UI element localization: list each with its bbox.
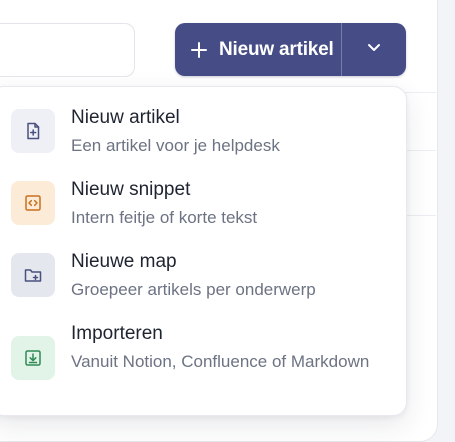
menu-item-new-article[interactable]: Nieuw artikel Een artikel voor je helpde… — [0, 99, 406, 165]
new-article-button-label: Nieuw artikel — [219, 38, 334, 60]
menu-item-description: Groepeer artikels per onderwerp — [71, 280, 316, 299]
menu-item-title: Nieuw snippet — [71, 179, 191, 200]
folder-plus-icon — [11, 253, 55, 297]
search-input[interactable] — [0, 23, 135, 77]
chevron-down-icon — [365, 38, 383, 61]
menu-item-import[interactable]: Importeren Vanuit Notion, Confluence of … — [0, 315, 406, 407]
new-article-split-button[interactable]: Nieuw artikel — [175, 23, 406, 76]
menu-item-new-folder[interactable]: Nieuwe map Groepeer artikels per onderwe… — [0, 243, 406, 309]
file-plus-icon — [11, 109, 55, 153]
menu-item-description: Vanuit Notion, Confluence of Markdown — [71, 352, 370, 371]
menu-item-title: Nieuwe map — [71, 251, 177, 272]
menu-item-description: Een artikel voor je helpdesk — [71, 136, 280, 155]
menu-item-title: Nieuw artikel — [71, 107, 180, 128]
menu-item-new-snippet[interactable]: Nieuw snippet Intern feitje of korte tek… — [0, 171, 406, 237]
new-article-button[interactable]: Nieuw artikel — [175, 23, 341, 76]
download-icon — [11, 336, 55, 380]
new-item-dropdown-menu: Nieuw artikel Een artikel voor je helpde… — [0, 86, 407, 416]
menu-item-title: Importeren — [71, 323, 163, 344]
code-file-icon — [11, 181, 55, 225]
new-article-dropdown-toggle[interactable] — [342, 23, 406, 76]
plus-icon — [190, 41, 208, 59]
menu-item-description: Intern feitje of korte tekst — [71, 208, 258, 227]
